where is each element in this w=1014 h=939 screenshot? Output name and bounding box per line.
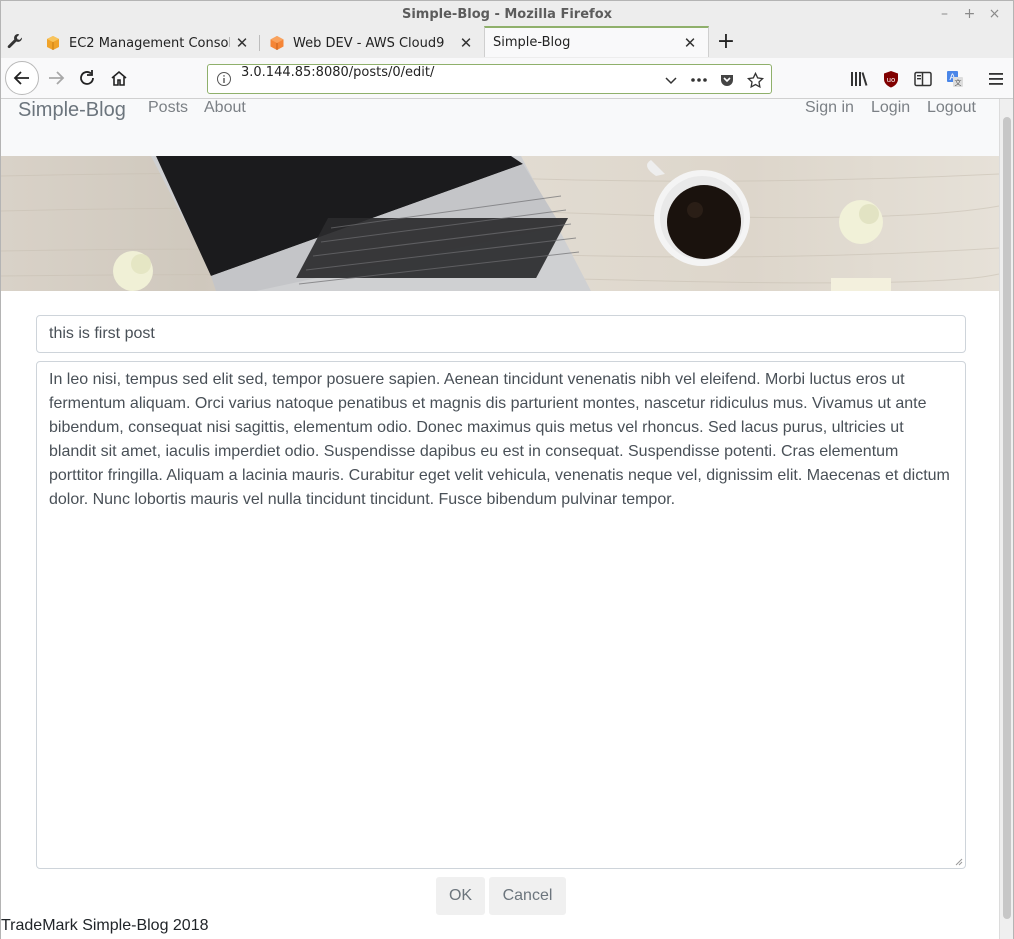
wrench-icon[interactable] xyxy=(5,32,29,54)
window-title: Simple-Blog - Mozilla Firefox xyxy=(401,7,613,22)
post-body-textarea[interactable]: In leo nisi, tempus sed elit sed, tempor… xyxy=(36,361,966,869)
forward-arrow-icon xyxy=(49,71,65,85)
translate-icon[interactable]: A文 xyxy=(942,66,968,92)
close-window-button[interactable]: × xyxy=(982,1,1007,28)
hamburger-menu-icon[interactable] xyxy=(983,66,1009,92)
tab-label: EC2 Management Console xyxy=(69,35,230,51)
close-icon[interactable]: ✕ xyxy=(454,34,478,52)
url-text[interactable]: 3.0.144.85:8080/posts/0/edit/ xyxy=(241,65,434,80)
tab-ec2[interactable]: EC2 Management Console ✕ xyxy=(35,28,260,58)
close-icon[interactable]: ✕ xyxy=(230,34,254,52)
nav-about[interactable]: About xyxy=(204,99,246,117)
info-icon[interactable] xyxy=(216,71,232,87)
minimize-button[interactable]: – xyxy=(932,1,957,28)
back-arrow-icon xyxy=(13,71,29,85)
tab-simple-blog[interactable]: Simple-Blog ✕ xyxy=(484,26,709,57)
home-button[interactable] xyxy=(104,63,134,93)
url-bar[interactable]: 3.0.144.85:8080/posts/0/edit/ xyxy=(207,64,772,94)
new-tab-button[interactable]: + xyxy=(713,30,739,56)
page-viewport: Simple-Blog Posts About Sign in Login Lo… xyxy=(1,99,999,939)
bookmark-star-icon[interactable] xyxy=(743,69,767,91)
home-icon xyxy=(111,70,127,86)
nav-login[interactable]: Login xyxy=(871,99,910,117)
tab-label: Simple-Blog xyxy=(493,35,571,50)
footer-text: TradeMark Simple-Blog 2018 xyxy=(1,917,209,934)
cloud9-cube-icon xyxy=(269,35,285,51)
hero-banner-image xyxy=(1,156,999,291)
coffee-cup-graphic xyxy=(647,160,750,266)
back-button[interactable] xyxy=(5,61,39,95)
resize-grip-icon[interactable] xyxy=(953,856,963,866)
maximize-button[interactable]: + xyxy=(957,1,982,28)
tab-cloud9[interactable]: Web DEV - AWS Cloud9 ✕ xyxy=(259,28,484,58)
laptop-graphic xyxy=(151,156,591,291)
url-actions xyxy=(659,69,767,91)
sidebar-icon[interactable] xyxy=(910,66,936,92)
vertical-scrollbar[interactable] xyxy=(999,99,1013,939)
chevron-down-icon[interactable] xyxy=(659,69,683,91)
reload-icon xyxy=(80,70,94,85)
more-actions-icon[interactable] xyxy=(687,69,711,91)
aws-box-icon xyxy=(45,35,61,51)
pocket-icon[interactable] xyxy=(715,69,739,91)
scrollbar-thumb[interactable] xyxy=(1003,117,1011,919)
forward-button[interactable] xyxy=(41,63,71,93)
browser-window: Simple-Blog - Mozilla Firefox – + × EC2 … xyxy=(0,0,1014,939)
nav-logout[interactable]: Logout xyxy=(927,99,976,117)
tab-label: Web DEV - AWS Cloud9 xyxy=(293,35,445,51)
site-navbar: Simple-Blog Posts About Sign in Login Lo… xyxy=(1,99,999,156)
post-title-input[interactable]: this is first post xyxy=(36,315,966,353)
window-controls: – + × xyxy=(932,1,1007,28)
svg-text:uo: uo xyxy=(887,76,896,84)
library-icon[interactable] xyxy=(846,66,872,92)
ok-button[interactable]: OK xyxy=(436,877,485,915)
toolbar-right: uo A文 xyxy=(846,66,968,92)
close-icon[interactable]: ✕ xyxy=(678,34,702,52)
nav-sign-in[interactable]: Sign in xyxy=(805,99,854,117)
ublock-icon[interactable]: uo xyxy=(878,66,904,92)
svg-text:文: 文 xyxy=(955,78,962,87)
nav-posts[interactable]: Posts xyxy=(148,99,188,117)
tab-strip: EC2 Management Console ✕ Web DEV - AWS C… xyxy=(1,26,1013,58)
navigation-toolbar: 3.0.144.85:8080/posts/0/edit/ uo A 文 xyxy=(1,58,1013,99)
reload-button[interactable] xyxy=(72,63,102,93)
cancel-button[interactable]: Cancel xyxy=(489,877,566,915)
site-brand[interactable]: Simple-Blog xyxy=(18,99,126,122)
